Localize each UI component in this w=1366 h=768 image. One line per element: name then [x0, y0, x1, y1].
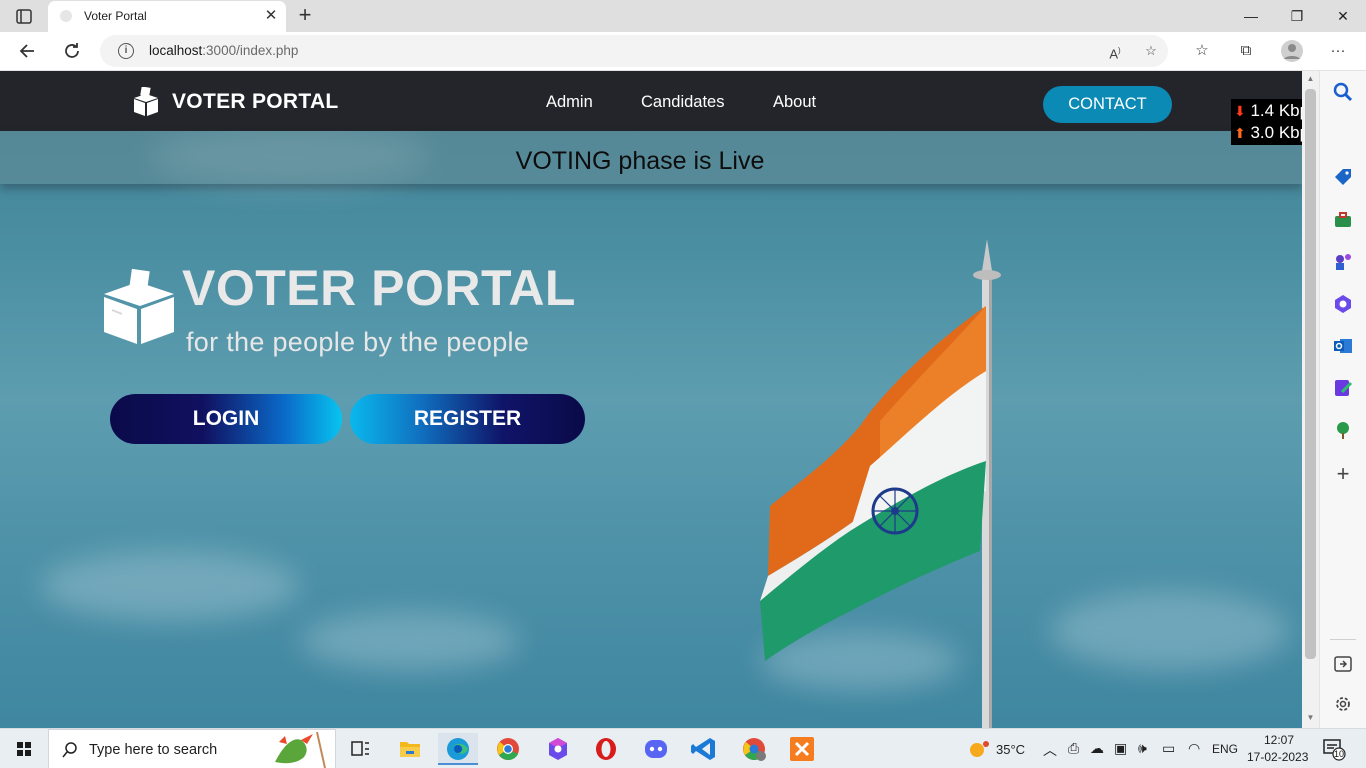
- search-icon: [62, 742, 77, 758]
- refresh-button[interactable]: [56, 36, 88, 66]
- games-icon[interactable]: [1332, 251, 1354, 273]
- notification-count: 10: [1334, 749, 1345, 759]
- nav-about[interactable]: About: [773, 93, 816, 112]
- cloud-decoration: [1050, 591, 1290, 671]
- more-options-icon[interactable]: ···: [1326, 40, 1350, 62]
- register-button[interactable]: REGISTER: [350, 394, 585, 444]
- tab-title: Voter Portal: [84, 9, 147, 23]
- url-bar[interactable]: i localhost:3000/index.php A) ☆: [100, 35, 1168, 67]
- restore-button[interactable]: ❐: [1274, 0, 1320, 32]
- edge-browser-icon[interactable]: [438, 733, 478, 765]
- search-placeholder: Type here to search: [89, 742, 218, 758]
- scroll-up-icon[interactable]: ▲: [1305, 74, 1316, 83]
- meet-now-icon[interactable]: ⎙: [1068, 740, 1079, 757]
- language-indicator[interactable]: ENG: [1212, 742, 1238, 756]
- search-icon[interactable]: [1332, 81, 1354, 103]
- discord-icon[interactable]: [636, 733, 676, 765]
- close-window-button[interactable]: ✕: [1320, 0, 1366, 32]
- ballot-box-icon[interactable]: [132, 86, 160, 117]
- browser-tab[interactable]: Voter Portal ✕: [48, 1, 286, 32]
- network-monitor-icon[interactable]: ▣: [1114, 740, 1127, 757]
- page-viewport: VOTER PORTAL Admin Candidates About CONT…: [0, 71, 1302, 728]
- scroll-down-icon[interactable]: ▼: [1305, 713, 1316, 722]
- file-explorer-icon[interactable]: [390, 733, 430, 765]
- shopping-tag-icon[interactable]: [1332, 166, 1354, 188]
- site-info-icon[interactable]: i: [118, 43, 134, 59]
- tools-briefcase-icon[interactable]: [1332, 209, 1354, 231]
- arrow-down-icon: ⬇: [1234, 103, 1246, 119]
- site-brand[interactable]: VOTER PORTAL: [172, 90, 339, 114]
- temperature-text[interactable]: 35°C: [996, 742, 1025, 757]
- designer-icon[interactable]: [1332, 377, 1354, 399]
- add-sidebar-app-icon[interactable]: +: [1332, 463, 1354, 485]
- taskbar-search-box[interactable]: Type here to search: [48, 729, 336, 768]
- hero-tagline: for the people by the people: [186, 327, 530, 357]
- url-host: localhost: [149, 43, 203, 58]
- chevron-up-icon[interactable]: ︿: [1043, 740, 1057, 760]
- read-aloud-icon[interactable]: A): [1104, 41, 1126, 61]
- add-favorite-icon[interactable]: ☆: [1140, 41, 1162, 61]
- phase-banner: VOTING phase is Live: [0, 131, 1302, 184]
- nav-admin[interactable]: Admin: [546, 93, 593, 112]
- back-button[interactable]: [12, 36, 44, 66]
- copilot-app-icon[interactable]: [538, 733, 578, 765]
- close-tab-icon[interactable]: ✕: [260, 5, 282, 27]
- profile-avatar[interactable]: [1280, 39, 1304, 62]
- bird-illustration-icon: [275, 732, 326, 768]
- new-tab-button[interactable]: +: [292, 3, 318, 29]
- windows-taskbar: Type here to search 35°C ︿ ⎙ ☁ ▣ 🕪 ▭ ◠ E…: [0, 728, 1366, 768]
- collections-icon[interactable]: ⧉: [1234, 40, 1258, 62]
- cloud-decoration: [300, 611, 520, 671]
- edge-sidebar: +: [1319, 71, 1366, 728]
- opera-icon[interactable]: [586, 733, 626, 765]
- indian-flag-image: [740, 231, 1040, 728]
- windows-start-icon[interactable]: [0, 729, 48, 768]
- settings-gear-icon[interactable]: [1332, 693, 1354, 715]
- login-button[interactable]: LOGIN: [110, 394, 342, 444]
- minimize-button[interactable]: —: [1228, 0, 1274, 32]
- clock-date[interactable]: 17-02-2023: [1247, 750, 1308, 764]
- task-view-icon[interactable]: [340, 733, 380, 765]
- microsoft-365-icon[interactable]: [1332, 293, 1354, 315]
- chrome-profile-icon[interactable]: [734, 733, 774, 765]
- onedrive-cloud-icon[interactable]: ☁: [1090, 740, 1104, 757]
- favicon-icon: [60, 10, 72, 22]
- scrollbar-thumb[interactable]: [1305, 89, 1316, 659]
- wifi-icon[interactable]: ◠: [1188, 740, 1200, 757]
- sidebar-divider: [1330, 639, 1356, 640]
- site-navbar: VOTER PORTAL Admin Candidates About CONT…: [0, 71, 1302, 131]
- chrome-icon[interactable]: [488, 733, 528, 765]
- hide-sidebar-icon[interactable]: [1332, 653, 1354, 675]
- page-scrollbar[interactable]: ▲ ▼: [1302, 71, 1319, 728]
- url-text[interactable]: localhost:3000/index.php: [149, 43, 298, 58]
- vscode-icon[interactable]: [684, 733, 724, 765]
- address-toolbar: i localhost:3000/index.php A) ☆ ☆ ⧉ ···: [0, 32, 1366, 71]
- ballot-box-icon: [102, 268, 176, 346]
- notification-center-icon[interactable]: 10: [1322, 737, 1346, 761]
- arrow-up-icon: ⬆: [1234, 125, 1246, 141]
- clock-time[interactable]: 12:07: [1264, 733, 1294, 747]
- battery-icon[interactable]: ▭: [1162, 740, 1175, 757]
- phase-status-text: VOTING phase is Live: [515, 147, 765, 175]
- url-path: :3000/index.php: [202, 43, 299, 58]
- contact-button[interactable]: CONTACT: [1043, 86, 1172, 123]
- xampp-icon[interactable]: [782, 733, 822, 765]
- browser-tab-bar: Voter Portal ✕ + — ❐ ✕: [0, 0, 1366, 32]
- nav-candidates[interactable]: Candidates: [641, 93, 724, 112]
- tree-icon[interactable]: [1332, 419, 1354, 441]
- volume-icon[interactable]: 🕪: [1138, 740, 1147, 757]
- hero-title: VOTER PORTAL: [182, 260, 576, 316]
- favorites-icon[interactable]: ☆: [1190, 40, 1214, 62]
- outlook-icon[interactable]: [1332, 335, 1354, 357]
- tab-actions-icon[interactable]: [10, 7, 38, 27]
- weather-sun-icon[interactable]: [966, 737, 992, 761]
- cloud-decoration: [40, 551, 300, 621]
